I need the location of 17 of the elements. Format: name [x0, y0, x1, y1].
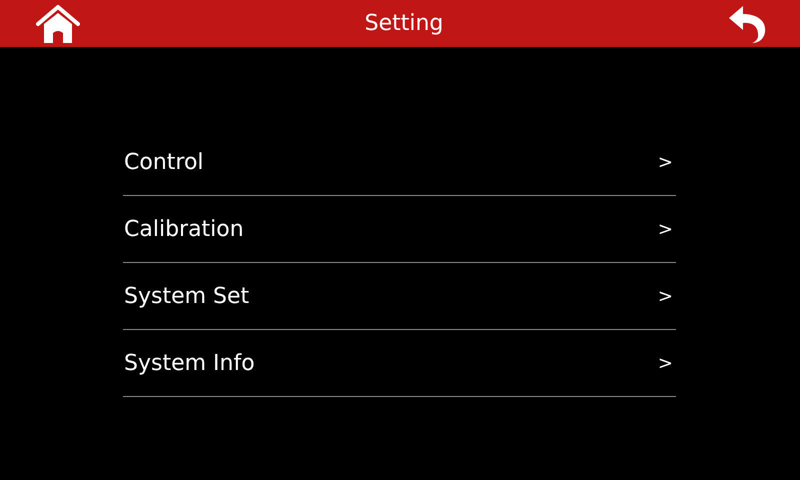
- menu-item[interactable]: System Info >: [123, 330, 676, 397]
- back-arrow-icon: [728, 4, 768, 44]
- chevron: >: [658, 218, 673, 240]
- window-title: Setting: [364, 11, 444, 36]
- menu-item[interactable]: Calibration >: [123, 196, 676, 263]
- home-button[interactable]: [36, 4, 80, 44]
- home-icon: [36, 4, 80, 44]
- menu-label: System Set: [124, 284, 250, 308]
- menu-item[interactable]: System Set >: [123, 263, 676, 330]
- chevron: >: [658, 286, 673, 306]
- menu-item[interactable]: Control >: [123, 129, 676, 196]
- chevron: >: [658, 152, 673, 172]
- back-button[interactable]: [728, 4, 768, 44]
- menu-label: Calibration: [124, 216, 244, 242]
- chevron: >: [658, 352, 673, 374]
- menu-label: Control: [124, 150, 204, 174]
- menu-label: System Info: [124, 350, 255, 376]
